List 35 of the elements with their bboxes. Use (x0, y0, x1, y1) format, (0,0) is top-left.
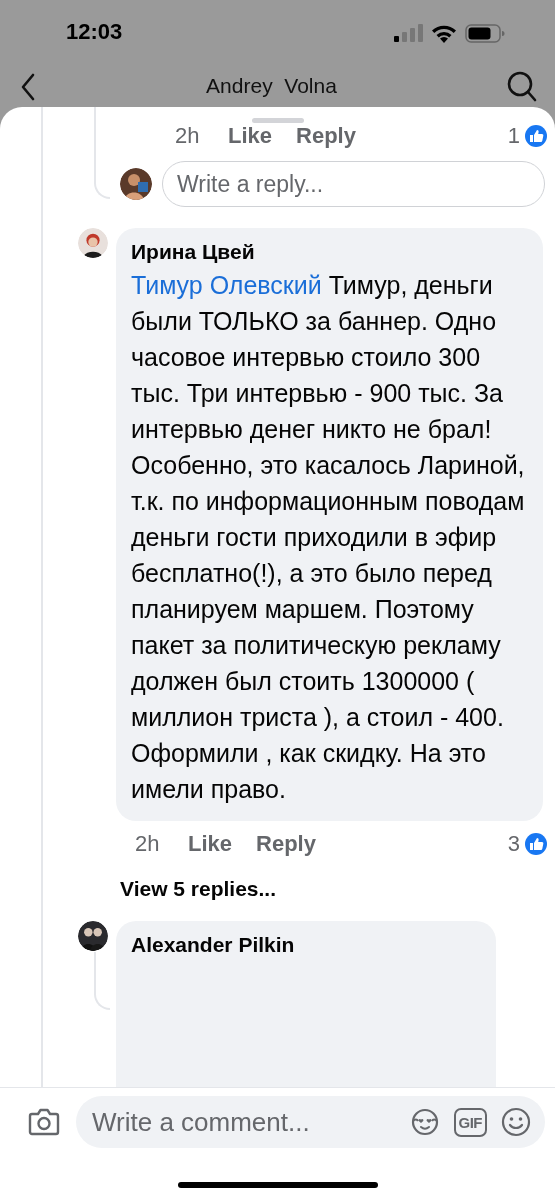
battery-icon (465, 23, 505, 43)
sheet-handle[interactable] (251, 118, 304, 123)
back-icon (20, 72, 36, 101)
search-icon (507, 70, 537, 103)
view-replies-link[interactable]: View 5 replies... (120, 877, 277, 901)
comment-text: Тимур Олевский Тимур, деньги были ТОЛЬКО за баннер. Одно часовое интервью стоило 300 тыс. Три интервью - 900 тыс. За интервью денег никто не брал! Особенно, это касалось Лариной, т.к. по информационным поводам деньги гости приходили в эфир бесплатно(!), а это было перед планируем маршем. Поэтому пакет за политическую рекламу должен был стоить 1300000 ( миллион триста ), а стоил - 400. Оформили , как скидку. На это имели право. (131, 270, 526, 805)
camera-icon (28, 1108, 60, 1136)
like-button[interactable]: Like (228, 123, 273, 149)
reaction-count: 1 (507, 123, 520, 149)
author-name[interactable]: Alexander Pilkin (131, 933, 480, 957)
thread-line (94, 952, 110, 1010)
reply-button[interactable]: Reply (256, 831, 316, 857)
gif-button[interactable]: GIF (453, 1107, 487, 1137)
smiley-icon (501, 1107, 531, 1137)
reply-button[interactable]: Reply (296, 123, 356, 149)
search-button[interactable] (507, 70, 537, 103)
like-badge-icon (525, 833, 547, 855)
page-title: Andrey Volna (206, 74, 337, 98)
comment-field[interactable]: Write a comment... GIF (76, 1096, 545, 1148)
like-badge-icon (525, 125, 547, 147)
mention-link[interactable]: Тимур Олевский (131, 271, 322, 299)
back-button[interactable] (20, 72, 36, 101)
sticker-button[interactable] (409, 1107, 440, 1137)
wifi-icon (431, 23, 457, 43)
emoji-button[interactable] (501, 1107, 531, 1137)
like-button[interactable]: Like (188, 831, 233, 857)
comment-time: 2h (135, 831, 161, 857)
clock-time: 12:03 (66, 19, 123, 45)
signal-icon (394, 24, 423, 42)
author-name[interactable]: Ирина Цвей (131, 240, 527, 264)
camera-button[interactable] (28, 1108, 60, 1136)
comment-placeholder: Write a comment... (92, 1106, 311, 1138)
reaction-count: 3 (507, 831, 520, 857)
sticker-icon (409, 1107, 440, 1137)
comment-time: 2h (175, 123, 201, 149)
